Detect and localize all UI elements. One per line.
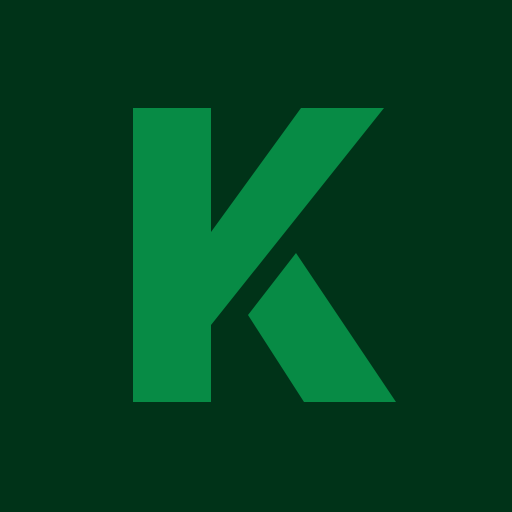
letter-k-logo-icon [133, 108, 396, 402]
logo-canvas [0, 0, 512, 512]
k-lower-leg [248, 253, 396, 402]
